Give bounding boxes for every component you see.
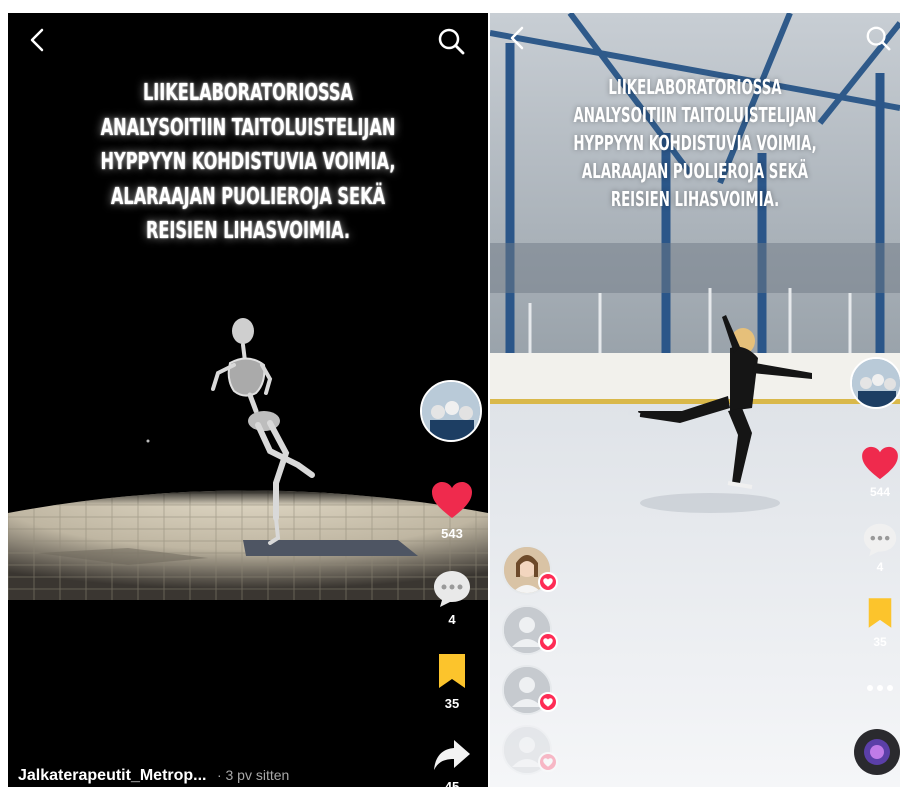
video-caption: LIIKELABORATORIOSSA ANALYSOITIIN TAITOLU… bbox=[61, 76, 435, 249]
comment-bubble-icon bbox=[434, 571, 470, 607]
like-button[interactable] bbox=[428, 478, 476, 522]
music-disc[interactable] bbox=[854, 729, 900, 775]
search-icon bbox=[866, 26, 891, 51]
caption-line: ALARAAJAN PUOLIEROJA SEKÄ bbox=[581, 159, 809, 183]
share-count: 45 bbox=[444, 779, 460, 787]
caption-line: LIIKELABORATORIOSSA bbox=[608, 75, 782, 99]
save-count: 35 bbox=[873, 635, 887, 649]
commenter-avatar[interactable] bbox=[502, 665, 558, 715]
video-info: Jalkaterapeutit_Metrop... · 3 pv sitten bbox=[18, 767, 289, 785]
heart-icon bbox=[543, 577, 553, 587]
right-video-panel[interactable]: LIIKELABORATORIOSSA ANALYSOITIIN TAITOLU… bbox=[490, 13, 900, 787]
commenter-avatar[interactable] bbox=[502, 605, 558, 655]
left-video-panel[interactable]: LIIKELABORATORIOSSA ANALYSOITIIN TAITOLU… bbox=[8, 13, 488, 787]
video-caption: LIIKELABORATORIOSSA ANALYSOITIIN TAITOLU… bbox=[543, 73, 846, 213]
like-badge bbox=[538, 632, 558, 652]
like-badge bbox=[538, 752, 558, 772]
group-photo-icon bbox=[422, 382, 480, 440]
search-button[interactable] bbox=[434, 25, 468, 57]
like-badge bbox=[538, 692, 558, 712]
author-name[interactable]: Jalkaterapeutit_Metrop... bbox=[18, 767, 207, 784]
save-button[interactable] bbox=[858, 593, 900, 633]
comment-bubble-icon bbox=[863, 523, 897, 557]
caption-line: REISIEN LIHASVOIMIA. bbox=[145, 218, 351, 244]
search-button[interactable] bbox=[862, 23, 894, 53]
caption-line: ANALYSOITIIN TAITOLUISTELIJAN bbox=[100, 114, 396, 141]
creator-avatar[interactable] bbox=[420, 380, 482, 442]
heart-icon bbox=[862, 446, 898, 480]
like-count: 544 bbox=[869, 485, 891, 499]
heart-icon bbox=[543, 637, 553, 647]
comment-count: 4 bbox=[876, 560, 884, 574]
more-button[interactable] bbox=[858, 677, 900, 699]
creator-avatar[interactable] bbox=[850, 357, 900, 409]
more-dots-icon bbox=[867, 685, 893, 691]
commenter-avatar-fading[interactable] bbox=[502, 725, 558, 775]
music-disc-icon bbox=[864, 739, 890, 765]
caption-line: HYPPYYN KOHDISTUVIA VOIMIA, bbox=[573, 131, 817, 155]
share-arrow-icon bbox=[434, 740, 470, 770]
post-time: · 3 pv sitten bbox=[216, 767, 290, 783]
comment-count: 4 bbox=[448, 612, 456, 627]
bookmark-icon bbox=[439, 654, 465, 688]
heart-icon bbox=[432, 482, 472, 518]
like-badge bbox=[538, 572, 558, 592]
caption-line: REISIEN LIHASVOIMIA. bbox=[610, 187, 780, 211]
like-count: 543 bbox=[441, 526, 463, 541]
save-button[interactable] bbox=[428, 649, 476, 693]
heart-icon bbox=[543, 697, 553, 707]
comment-button[interactable] bbox=[428, 566, 476, 610]
caption-line: LIIKELABORATORIOSSA bbox=[143, 80, 353, 106]
like-button[interactable] bbox=[858, 443, 900, 483]
search-icon bbox=[438, 28, 465, 55]
bookmark-icon bbox=[868, 598, 892, 628]
heart-icon bbox=[543, 757, 553, 767]
commenter-avatar[interactable] bbox=[502, 545, 558, 595]
group-photo-icon bbox=[852, 359, 900, 407]
comment-button[interactable] bbox=[858, 519, 900, 559]
chevron-left-icon bbox=[510, 26, 524, 50]
back-button[interactable] bbox=[22, 25, 52, 55]
caption-line: HYPPYYN KOHDISTUVIA VOIMIA, bbox=[100, 149, 396, 175]
save-count: 35 bbox=[444, 696, 460, 711]
caption-line: ANALYSOITIIN TAITOLUISTELIJAN bbox=[573, 103, 817, 127]
caption-line: ALARAAJAN PUOLIEROJA SEKÄ bbox=[110, 183, 386, 210]
chevron-left-icon bbox=[30, 28, 44, 52]
share-button[interactable] bbox=[428, 735, 476, 775]
back-button[interactable] bbox=[502, 23, 532, 53]
